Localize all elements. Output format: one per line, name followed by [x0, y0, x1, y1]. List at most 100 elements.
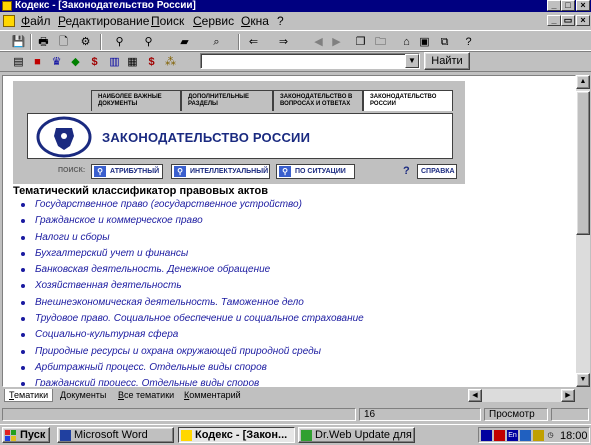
menu-help[interactable]: ? [277, 14, 284, 28]
tab-important-documents[interactable]: НАИБОЛЕЕ ВАЖНЫЕ ДОКУМЕНТЫ [91, 90, 181, 111]
save-icon[interactable]: 💾 [10, 34, 27, 50]
scroll-right-icon[interactable]: ▶ [561, 389, 575, 402]
start-button[interactable]: Пуск [2, 427, 50, 443]
attribute-search-button[interactable]: ⚲ АТРИБУТНЫЙ [91, 164, 163, 179]
horizontal-scrollbar[interactable]: ◀ ▶ [468, 389, 575, 402]
context-help-icon[interactable]: ? [460, 34, 477, 50]
taskbar: Пуск Microsoft Word Кодекс - [Закон... D… [0, 424, 591, 443]
topic-link[interactable]: Гражданский процесс. Отдельные виды спор… [21, 378, 364, 386]
status-message [2, 408, 356, 421]
situation-search-button[interactable]: ⚲ ПО СИТУАЦИИ [276, 164, 355, 179]
task-label: Microsoft Word [74, 429, 148, 441]
topic-link[interactable]: Природные ресурсы и охрана окружающей пр… [21, 346, 364, 362]
module-icon-3[interactable]: ♛ [48, 54, 65, 70]
document-icon[interactable] [3, 15, 15, 27]
print-preview-icon[interactable]: 🗋 [55, 34, 72, 50]
topic-link[interactable]: Социально-культурная сфера [21, 329, 364, 345]
topic-link[interactable]: Внешнеэкономическая деятельность. Таможе… [21, 297, 364, 313]
maximize-icon[interactable]: □ [561, 0, 575, 11]
tab-comment[interactable]: Комментарий [180, 389, 245, 402]
topic-link[interactable]: Налоги и сборы [21, 232, 364, 248]
find-button[interactable]: Найти [424, 52, 470, 70]
binoculars-icon[interactable]: ⚲ [111, 34, 128, 50]
menu-windows[interactable]: Окна [241, 14, 269, 28]
document-view[interactable]: НАИБОЛЕЕ ВАЖНЫЕ ДОКУМЕНТЫ ДОПОЛНИТЕЛЬНЫЕ… [2, 75, 576, 387]
help-button[interactable]: СПРАВКА [417, 164, 457, 179]
doc-close-icon[interactable]: × [576, 15, 590, 26]
scroll-left-icon[interactable]: ◀ [468, 389, 482, 402]
tile-icon[interactable]: ⧉ [436, 34, 453, 50]
task-kodeks[interactable]: Кодекс - [Закон... [178, 427, 295, 443]
currency-icon-2[interactable]: $ [143, 54, 160, 70]
print-icon[interactable]: 🖶 [35, 34, 52, 50]
clock[interactable]: 18:00 [560, 429, 588, 443]
tab-documents[interactable]: Документы [56, 389, 110, 402]
marker-icon[interactable]: ▰ [176, 34, 193, 50]
chevron-down-icon[interactable]: ▼ [405, 54, 419, 68]
module-icon-4[interactable]: ◆ [67, 54, 84, 70]
start-label: Пуск [20, 429, 46, 441]
topic-link[interactable]: Арбитражный процесс. Отдельные виды спор… [21, 362, 364, 378]
doc-minimize-icon[interactable]: _ [547, 15, 561, 26]
prev-icon[interactable]: ◀ [310, 34, 327, 50]
tab-all-topics[interactable]: Все тематики [114, 389, 178, 402]
back-arrow-icon[interactable]: ⇐ [245, 34, 262, 50]
scroll-up-icon[interactable]: ▲ [576, 75, 590, 89]
topic-link[interactable]: Бухгалтерский учет и финансы [21, 248, 364, 264]
banner: НАИБОЛЕЕ ВАЖНЫЕ ДОКУМЕНТЫ ДОПОЛНИТЕЛЬНЫЕ… [13, 81, 465, 184]
doc-restore-icon[interactable]: ▭ [561, 15, 575, 26]
task-drweb[interactable]: Dr.Web Update для ... [298, 427, 415, 443]
help-icon[interactable]: ? [403, 165, 414, 178]
tab-russian-legislation[interactable]: ЗАКОНОДАТЕЛЬСТВО РОССИИ [363, 90, 453, 111]
tab-additional-sections[interactable]: ДОПОЛНИТЕЛЬНЫЕ РАЗДЕЛЫ [181, 90, 273, 111]
system-tray: En ◷ 18:00 [478, 427, 590, 443]
banner-title: ЗАКОНОДАТЕЛЬСТВО РОССИИ [102, 130, 311, 145]
intelligent-search-button[interactable]: ⚲ ИНТЕЛЛЕКТУАЛЬНЫЙ [171, 164, 270, 179]
banner-panel: ЗАКОНОДАТЕЛЬСТВО РОССИИ [27, 113, 453, 159]
kodeks-icon [181, 430, 192, 441]
folder-icon[interactable]: 🗀 [372, 34, 389, 50]
home-icon[interactable]: ⌂ [398, 34, 415, 50]
menu-file[interactable]: Файл [21, 14, 51, 28]
close-icon[interactable]: × [576, 0, 590, 11]
menu-search[interactable]: Поиск [151, 14, 184, 28]
scroll-down-icon[interactable]: ▼ [576, 373, 590, 387]
minimize-icon[interactable]: _ [547, 0, 561, 11]
module-icon-7[interactable]: ▦ [124, 54, 141, 70]
tray-icon[interactable] [520, 430, 531, 441]
scroll-thumb[interactable] [576, 91, 590, 235]
topic-link[interactable]: Гражданское и коммерческое право [21, 215, 364, 231]
window-icon[interactable]: ▣ [416, 34, 433, 50]
tray-icon[interactable] [494, 430, 505, 441]
tray-icon[interactable] [533, 430, 544, 441]
app-icon[interactable] [2, 1, 12, 11]
module-icon-1[interactable]: ▤ [10, 54, 27, 70]
module-icon-9[interactable]: ⁂ [162, 54, 179, 70]
search-icon: ⚲ [94, 166, 106, 177]
topic-link[interactable]: Государственное право (государственное у… [21, 199, 364, 215]
topic-link[interactable]: Банковская деятельность. Денежное обраще… [21, 264, 364, 280]
menu-service[interactable]: Сервис [193, 14, 234, 28]
next-icon[interactable]: ▶ [328, 34, 345, 50]
module-icon-2[interactable]: ■ [29, 54, 46, 70]
search-combo[interactable]: ▼ [200, 53, 420, 69]
window-title-bar[interactable]: Кодекс - [Законодательство России] _ □ × [0, 0, 591, 12]
find-next-icon[interactable]: ⚲ [140, 34, 157, 50]
pages-icon[interactable]: ❐ [352, 34, 369, 50]
vertical-scrollbar[interactable]: ▲ ▼ [576, 75, 590, 387]
currency-icon[interactable]: $ [86, 54, 103, 70]
topic-link[interactable]: Трудовое право. Социальное обеспечение и… [21, 313, 364, 329]
search-icon: ⚲ [279, 166, 291, 177]
tab-qa-legislation[interactable]: ЗАКОНОДАТЕЛЬСТВО В ВОПРОСАХ И ОТВЕТАХ [273, 90, 363, 111]
clock-icon[interactable]: ◷ [545, 430, 556, 441]
forward-arrow-icon[interactable]: ⇒ [275, 34, 292, 50]
task-microsoft-word[interactable]: Microsoft Word [57, 427, 174, 443]
module-icon-6[interactable]: ▥ [106, 54, 123, 70]
tab-topics[interactable]: Тематики [4, 389, 54, 402]
tools-icon[interactable]: ⚙ [77, 34, 94, 50]
language-indicator[interactable]: En [507, 430, 518, 441]
magnifier-icon[interactable]: ⌕ [208, 34, 225, 50]
topic-link[interactable]: Хозяйственная деятельность [21, 280, 364, 296]
tray-icon[interactable] [481, 430, 492, 441]
menu-edit[interactable]: Редактирование [58, 14, 149, 28]
